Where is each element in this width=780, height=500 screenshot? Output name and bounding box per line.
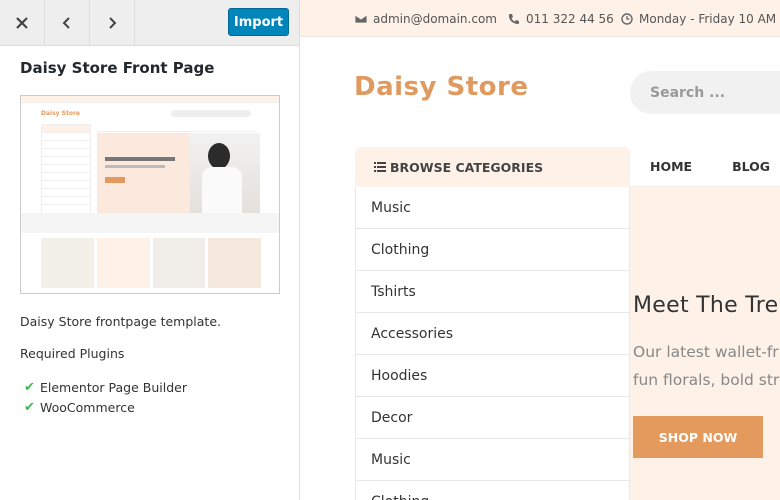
topbar-email[interactable]: admin@domain.com [355, 0, 497, 37]
required-plugins-heading: Required Plugins [20, 346, 125, 361]
hero-subtitle: Our latest wallet-friendly [633, 343, 780, 361]
browse-categories-header[interactable]: BROWSE CATEGORIES [355, 147, 630, 187]
hero-title: Meet The Trends of The Season [633, 293, 780, 318]
plugin-item: ✔ Elementor Page Builder [24, 377, 187, 397]
shop-now-button[interactable]: SHOP NOW [633, 416, 763, 458]
plugins-list: ✔ Elementor Page Builder ✔ WooCommerce [24, 377, 187, 417]
main-nav: HOME BLOG [630, 147, 780, 187]
topbar-phone-text: 011 322 44 56 [526, 11, 614, 26]
plugin-name: WooCommerce [40, 399, 135, 415]
topbar-hours: Monday - Friday 10 AM - 8 [621, 0, 780, 37]
plugin-item: ✔ WooCommerce [24, 397, 187, 417]
browse-categories-label: BROWSE CATEGORIES [390, 159, 544, 175]
theme-title: Daisy Store Front Page [20, 59, 215, 77]
plugin-name: Elementor Page Builder [40, 379, 187, 395]
chevron-left-icon [62, 16, 70, 29]
category-item[interactable]: Clothing [356, 481, 629, 500]
search-input[interactable]: Search ... [630, 71, 780, 114]
category-item[interactable]: Tshirts [356, 271, 629, 313]
import-button[interactable]: Import [228, 8, 289, 36]
category-item[interactable]: Clothing [356, 229, 629, 271]
topbar-email-text: admin@domain.com [373, 11, 497, 26]
check-icon: ✔ [24, 379, 35, 395]
category-item[interactable]: Decor [356, 397, 629, 439]
category-list: Music Clothing Tshirts Accessories Hoodi… [355, 187, 630, 500]
site-logo[interactable]: Daisy Store [354, 72, 529, 102]
site-topbar: admin@domain.com 011 322 44 56 Monday - … [300, 0, 780, 37]
chevron-right-icon [109, 16, 117, 29]
previous-button[interactable] [45, 0, 90, 45]
category-item[interactable]: Music [356, 187, 629, 229]
nav-blog[interactable]: BLOG [732, 159, 770, 174]
nav-home[interactable]: HOME [650, 159, 692, 174]
theme-description: Daisy Store frontpage template. [20, 314, 221, 329]
list-icon [374, 162, 386, 172]
theme-details-panel: Import Daisy Store Front Page Daisy Stor… [0, 0, 300, 500]
hero-slider: Meet The Trends of The Season Our latest… [630, 187, 780, 500]
category-item[interactable]: Accessories [356, 313, 629, 355]
next-button[interactable] [90, 0, 135, 45]
topbar-phone: 011 322 44 56 [508, 0, 614, 37]
theme-screenshot: Daisy Store [20, 95, 280, 294]
envelope-icon [355, 14, 367, 23]
close-icon [16, 16, 28, 29]
site-preview: admin@domain.com 011 322 44 56 Monday - … [300, 0, 780, 500]
topbar-hours-text: Monday - Friday 10 AM - 8 [639, 11, 780, 26]
category-item[interactable]: Music [356, 439, 629, 481]
phone-icon [509, 13, 519, 24]
close-button[interactable] [0, 0, 45, 45]
clock-icon [621, 12, 633, 25]
category-item[interactable]: Hoodies [356, 355, 629, 397]
hero-subtitle: fun florals, bold stripes [633, 371, 780, 389]
check-icon: ✔ [24, 399, 35, 415]
